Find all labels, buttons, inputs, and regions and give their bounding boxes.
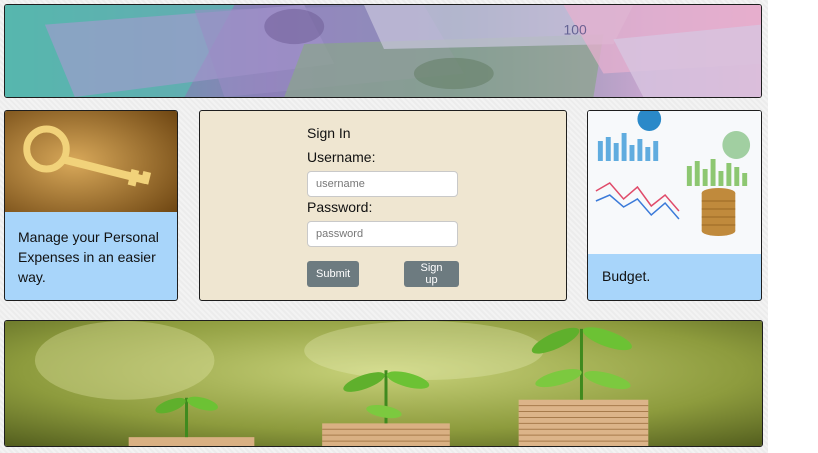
golden-key-image-wrapper [5,111,177,212]
money-banner: 100 [4,4,762,98]
money-banner-image: 100 [5,5,761,97]
svg-text:100: 100 [564,21,588,37]
signup-button[interactable]: Sign up [404,261,459,287]
charts-and-coins-image [588,111,761,254]
manage-expenses-card: Manage your Personal Expenses in an easi… [4,110,178,301]
username-label: Username: [307,149,376,165]
signin-form: Sign In Username: Password: Submit Sign … [307,125,477,287]
plants-on-coins-image [5,321,762,446]
signin-buttons: Submit Sign up [307,261,477,287]
golden-key-finance-image [5,111,177,212]
budget-card: Budget. [587,110,762,301]
plants-banner [4,320,763,447]
submit-button[interactable]: Submit [307,261,359,287]
password-label: Password: [307,199,373,215]
charts-image-wrapper [588,111,761,254]
username-input[interactable] [307,171,458,197]
signin-panel: Sign In Username: Password: Submit Sign … [199,110,567,301]
page-background: 100 Manage your Personal Expenses in an … [0,0,768,453]
signin-title: Sign In [307,125,351,141]
password-input[interactable] [307,221,458,247]
budget-text: Budget. [602,268,651,284]
manage-expenses-text: Manage your Personal Expenses in an easi… [18,229,159,285]
